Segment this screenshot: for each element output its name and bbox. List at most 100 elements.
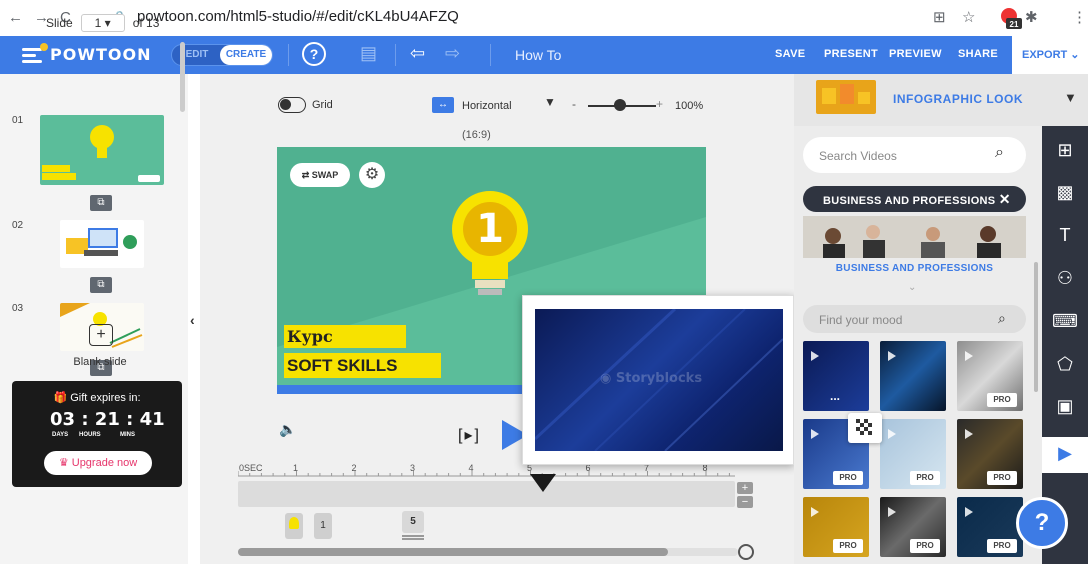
media-scrollbar[interactable] (1034, 262, 1038, 392)
slides-scrollbar[interactable] (180, 42, 185, 112)
swap-label: SWAP (311, 170, 339, 180)
look-dropdown-icon[interactable]: ▼ (1064, 90, 1077, 105)
share-button[interactable]: SHARE (958, 48, 998, 60)
volume-icon[interactable]: 🔈 (279, 421, 296, 438)
slide-dropdown-value: 1 (94, 16, 102, 30)
timeline-element-chip[interactable]: 5 (402, 511, 424, 533)
mood-search-input[interactable]: Find your mood (803, 305, 1026, 333)
blank-slide-plus-icon[interactable]: + (89, 324, 113, 346)
checker-pattern (856, 419, 872, 435)
export-button[interactable]: EXPORT ⌄ (1012, 36, 1088, 74)
search-icon[interactable]: ⌕ (995, 144, 1004, 162)
pro-badge: PRO (987, 471, 1017, 485)
video-thumbnail[interactable] (880, 341, 946, 411)
mode-toggle[interactable]: EDIT CREATE (171, 44, 273, 66)
slide-text-line2[interactable]: SOFT SKILLS (284, 353, 441, 378)
mode-create[interactable]: CREATE (220, 45, 272, 65)
gear-icon[interactable]: ⚙ (359, 162, 385, 188)
more-dots[interactable]: ... (830, 389, 840, 403)
pro-badge: PRO (987, 393, 1017, 407)
back-icon[interactable]: ← (8, 9, 23, 26)
video-thumbnail[interactable]: PRO (957, 497, 1023, 557)
timeline-element-chip[interactable]: 1 (314, 513, 332, 539)
redo-icon[interactable]: ⇨ (445, 43, 460, 64)
translate-icon[interactable]: ⊞ (933, 8, 946, 26)
video-thumbnail[interactable]: PRO (957, 419, 1023, 489)
slide-1-preview (42, 125, 160, 182)
add-slide-button[interactable]: ⧉ (90, 277, 112, 293)
grid-toggle[interactable] (278, 97, 306, 113)
extensions-puzzle-icon[interactable]: ✱ (1025, 8, 1038, 26)
timeline-track[interactable] (238, 481, 735, 507)
search-videos-input[interactable]: Search Videos (803, 137, 1026, 173)
timeline-playhead-icon[interactable] (530, 474, 556, 494)
zoom-minus-icon[interactable]: - (572, 97, 576, 111)
blank-slide-label[interactable]: Blank slide (50, 356, 150, 368)
play-step-icon[interactable]: [▸] (458, 425, 481, 445)
video-thumbnail[interactable]: PRO (803, 497, 869, 557)
swap-button[interactable]: ⇄ SWAP (290, 163, 350, 187)
address-bar[interactable]: 🔒powtoon.com/html5-studio/#/edit/cKL4bU4… (112, 8, 459, 25)
present-button[interactable]: PRESENT (824, 48, 878, 60)
powtoon-logo[interactable]: POWTOON (22, 43, 151, 66)
zoom-slider-handle[interactable] (614, 99, 626, 111)
play-icon (965, 351, 973, 361)
browser-menu-icon[interactable]: ⋮ (1072, 8, 1087, 26)
presentation-title[interactable]: How To (515, 47, 561, 63)
props-icon[interactable]: ⌨ (1042, 311, 1088, 332)
gift-title: 🎁 Gift expires in: (12, 391, 182, 404)
undo-icon[interactable]: ⇦ (410, 43, 425, 64)
close-icon[interactable]: ✕ (999, 191, 1011, 207)
video-thumbnail[interactable]: PRO (880, 419, 946, 489)
zoom-dropdown-icon[interactable]: ▼ (544, 95, 556, 109)
slide-text-line1[interactable]: Курс (284, 325, 406, 348)
search-icon[interactable]: ⌕ (998, 310, 1006, 327)
layout-icon[interactable]: ⊞ (1042, 140, 1088, 161)
timer-days: 03 (50, 409, 76, 430)
bookmark-star-icon[interactable]: ☆ (962, 8, 975, 26)
characters-icon[interactable]: ⚇ (1042, 268, 1088, 289)
video-thumbnail[interactable]: PRO (957, 341, 1023, 411)
orientation-label[interactable]: Horizontal (462, 100, 512, 112)
zoom-plus-icon[interactable]: + (656, 97, 663, 111)
shapes-icon[interactable]: ⬠ (1042, 354, 1088, 375)
timeline-zoom-in[interactable]: + (737, 482, 753, 494)
background-pattern-icon[interactable]: ▩ (1042, 182, 1088, 203)
video-thumbnail[interactable]: PRO (880, 497, 946, 557)
slide-dropdown[interactable]: 1 ▾ (80, 14, 125, 32)
slide-number: 02 (12, 220, 24, 231)
timeline-zoom-out[interactable]: − (737, 496, 753, 508)
notes-icon[interactable]: ▤ (360, 43, 377, 64)
look-title[interactable]: INFOGRAPHIC LOOK (893, 92, 1023, 106)
timeline-tick-label: 3 (410, 463, 416, 473)
checker-transparency-icon[interactable] (848, 413, 882, 443)
save-button[interactable]: SAVE (775, 48, 805, 60)
preview-button[interactable]: PREVIEW (889, 48, 942, 60)
slide-thumbnail[interactable] (60, 220, 144, 268)
help-chat-button[interactable]: ? (1016, 497, 1068, 549)
url-text: powtoon.com/html5-studio/#/edit/cKL4bU4A… (136, 8, 459, 25)
collapse-panel-icon[interactable]: ‹ (190, 312, 195, 328)
pro-badge: PRO (910, 539, 940, 553)
slide-label: Slide (46, 16, 73, 30)
images-icon[interactable]: ▣ (1042, 396, 1088, 417)
extension-badge-icon[interactable]: 21 (1000, 7, 1022, 29)
timeline-bulb-chip[interactable] (285, 513, 303, 539)
horizontal-scrollbar[interactable] (238, 548, 668, 556)
category-banner[interactable] (803, 216, 1026, 258)
pro-badge: PRO (833, 471, 863, 485)
center-target-icon[interactable] (738, 544, 754, 560)
upgrade-button[interactable]: ♛ Upgrade now (44, 451, 152, 475)
export-label: EXPORT (1022, 49, 1068, 61)
slide-total: of 13 (132, 16, 160, 30)
category-filter-pill[interactable]: BUSINESS AND PROFESSIONS ✕ (803, 186, 1026, 212)
slide-thumbnail[interactable] (40, 115, 164, 185)
add-slide-button[interactable]: ⧉ (90, 195, 112, 211)
extension-badge-count: 21 (1010, 20, 1019, 29)
video-thumbnail[interactable]: ... (803, 341, 869, 411)
video-icon[interactable]: ▶ (1042, 443, 1088, 464)
orientation-icon[interactable]: ↔ (432, 97, 454, 113)
text-icon[interactable]: T (1042, 225, 1088, 246)
help-icon[interactable]: ? (302, 42, 326, 66)
look-thumbnail[interactable] (816, 80, 876, 114)
